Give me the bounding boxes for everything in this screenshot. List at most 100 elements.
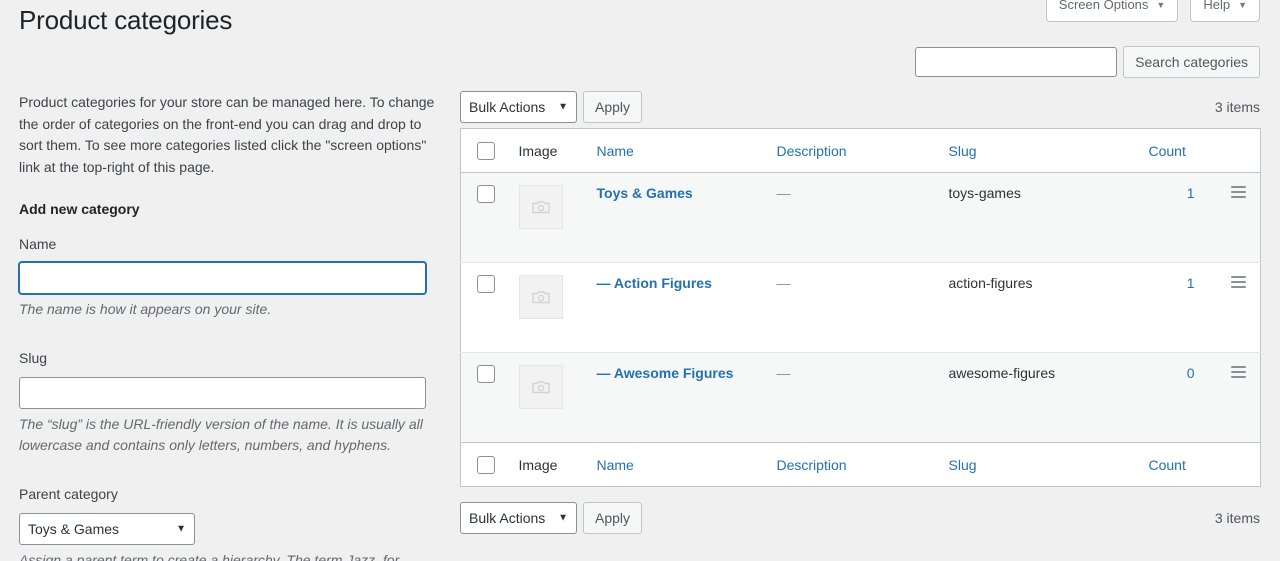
search-categories-button[interactable]: Search categories [1123, 46, 1260, 78]
apply-button-bottom[interactable]: Apply [583, 502, 643, 534]
column-label-image: Image [518, 142, 558, 159]
column-sort-count-footer[interactable]: Count [1149, 457, 1186, 473]
parent-category-select-wrap: Toys & Games ▼ [19, 512, 195, 545]
category-name-text: Toys & Games [596, 185, 693, 201]
table-head: Image Name Description Slug Count [460, 128, 1261, 173]
parent-help-text: Assign a parent term to create a hierarc… [19, 551, 400, 561]
column-sort-description-footer[interactable]: Description [777, 457, 847, 473]
column-sort-slug[interactable]: Slug [949, 143, 977, 159]
row-checkbox[interactable] [477, 275, 495, 294]
row-image-cell [508, 172, 587, 263]
slug-field-group: Slug The “slug” is the URL-friendly vers… [19, 349, 439, 456]
select-all-checkbox-bottom[interactable] [477, 456, 495, 474]
name-field-group: Name The name is how it appears on your … [19, 235, 439, 321]
table-foot: Image Name Description Slug Count [460, 442, 1261, 487]
row-count-cell: 1 [1138, 172, 1209, 263]
row-name-cell: — Awesome Figures [586, 352, 767, 443]
slug-value: action-figures [948, 275, 1033, 291]
drag-handle-icon[interactable] [1231, 276, 1246, 288]
product-categories-table: Image Name Description Slug Count Toys &… [460, 128, 1261, 487]
column-sort-count[interactable]: Count [1149, 143, 1186, 159]
column-sort-name-footer[interactable]: Name [597, 457, 634, 473]
column-header-image: Image [508, 128, 587, 173]
page-title: Product categories [19, 5, 233, 35]
slug-label: Slug [19, 350, 48, 367]
search-input[interactable] [915, 47, 1118, 77]
count-link[interactable]: 1 [1187, 185, 1195, 201]
row-count-cell: 0 [1138, 352, 1209, 443]
screen-meta-links: Screen Options ▼ Help ▼ [1045, 0, 1260, 22]
screen-options-button[interactable]: Screen Options ▼ [1045, 0, 1179, 22]
row-checkbox[interactable] [477, 185, 495, 204]
row-select-cell [460, 352, 509, 443]
select-all-checkbox-top[interactable] [477, 142, 495, 160]
slug-value: toys-games [948, 185, 1021, 201]
column-header-name: Name [586, 128, 767, 173]
hierarchy-dash: — [596, 275, 614, 291]
image-placeholder-icon [518, 275, 563, 319]
categories-list-panel: Bulk Actions ▼ Apply 3 items Image Name [460, 86, 1261, 539]
description-value: — [776, 185, 791, 201]
bulk-actions-select-wrap: Bulk Actions ▼ [460, 91, 577, 123]
drag-handle-icon[interactable] [1231, 186, 1246, 198]
column-sort-slug-footer[interactable]: Slug [949, 457, 977, 473]
slug-value: awesome-figures [948, 365, 1056, 381]
help-button[interactable]: Help ▼ [1190, 0, 1260, 22]
table-row: — Action Figures — action-figures 1 [460, 262, 1261, 353]
count-link[interactable]: 0 [1187, 365, 1195, 381]
category-name-link[interactable]: — Awesome Figures [597, 365, 734, 381]
bulk-actions-select-bottom[interactable]: Bulk Actions [460, 502, 577, 534]
table-header-row: Image Name Description Slug Count [460, 128, 1261, 173]
image-placeholder-icon [518, 185, 563, 229]
admin-page: Screen Options ▼ Help ▼ Product categori… [0, 0, 1280, 561]
column-label-image-footer: Image [518, 456, 558, 473]
tablenav-top: Bulk Actions ▼ Apply 3 items [460, 86, 1260, 128]
category-name-link[interactable]: — Action Figures [597, 275, 712, 291]
apply-button-top[interactable]: Apply [583, 91, 643, 123]
row-slug-cell: toys-games [938, 172, 1139, 263]
column-header-description: Description [766, 128, 939, 173]
help-label: Help [1203, 0, 1231, 12]
bulk-actions-select-top[interactable]: Bulk Actions [460, 91, 577, 123]
column-footer-name: Name [586, 442, 767, 487]
column-sort-name[interactable]: Name [597, 143, 634, 159]
row-checkbox[interactable] [477, 365, 495, 384]
row-handle-cell [1208, 352, 1261, 443]
row-slug-cell: action-figures [938, 262, 1139, 353]
items-count-bottom: 3 items [1214, 510, 1260, 526]
column-footer-description: Description [766, 442, 939, 487]
name-input[interactable] [19, 262, 426, 295]
table-row: — Awesome Figures — awesome-figures 0 [460, 352, 1261, 443]
count-link[interactable]: 1 [1187, 275, 1195, 291]
column-footer-count: Count [1138, 442, 1209, 487]
parent-category-label: Parent category [19, 485, 118, 502]
slug-help-text: The “slug” is the URL-friendly version o… [19, 415, 423, 453]
category-name-text: Action Figures [613, 275, 712, 291]
slug-input[interactable] [19, 376, 426, 409]
search-box: Search categories [915, 46, 1260, 78]
row-count-cell: 1 [1138, 262, 1209, 353]
chevron-down-icon: ▼ [1156, 0, 1166, 10]
screen-options-label: Screen Options [1058, 0, 1149, 12]
row-description-cell: — [766, 262, 939, 353]
category-name-link[interactable]: Toys & Games [597, 185, 693, 201]
items-count-top: 3 items [1214, 99, 1260, 115]
parent-category-select[interactable]: Toys & Games [19, 512, 195, 545]
category-name-text: Awesome Figures [613, 365, 734, 381]
row-description-cell: — [766, 352, 939, 443]
row-select-cell [460, 172, 509, 263]
drag-handle-icon[interactable] [1231, 366, 1246, 378]
description-value: — [776, 365, 791, 381]
name-help-text: The name is how it appears on your site. [19, 301, 272, 318]
row-slug-cell: awesome-figures [938, 352, 1139, 443]
column-footer-image: Image [508, 442, 587, 487]
row-description-cell: — [766, 172, 939, 263]
hierarchy-dash: — [596, 365, 614, 381]
row-name-cell: — Action Figures [586, 262, 767, 353]
parent-field-group: Parent category Toys & Games ▼ Assign a … [19, 485, 439, 561]
column-footer-slug: Slug [938, 442, 1139, 487]
column-sort-description[interactable]: Description [777, 143, 847, 159]
row-name-cell: Toys & Games [586, 172, 767, 263]
